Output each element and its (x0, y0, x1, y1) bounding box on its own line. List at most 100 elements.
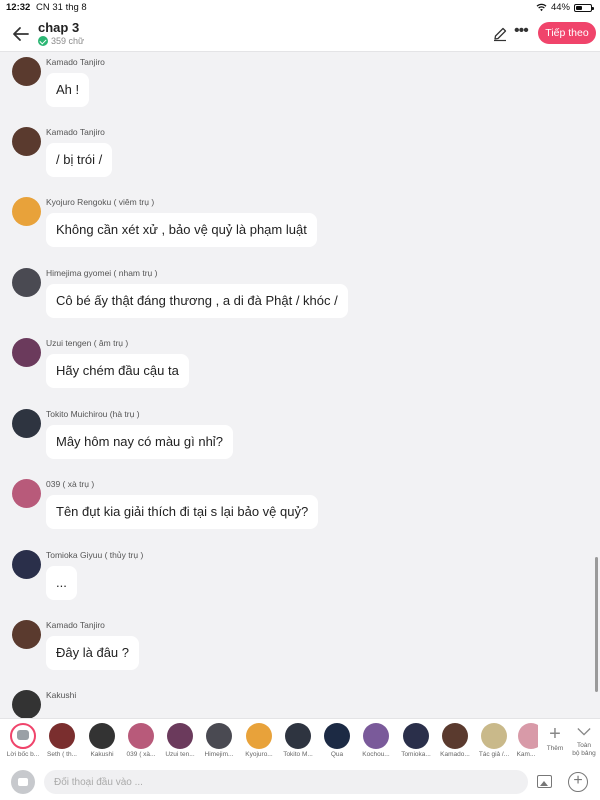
speaker-name: Kakushi (46, 690, 77, 700)
character-label: Kyojuro... (245, 751, 273, 758)
avatar (12, 197, 41, 226)
character-item[interactable]: Kyojuro... (240, 723, 278, 765)
avatar (12, 620, 41, 649)
character-label: Kamado... (440, 751, 470, 758)
avatar (246, 723, 272, 749)
battery-icon (574, 3, 594, 12)
character-item[interactable]: Tomioka... (397, 723, 435, 765)
speaker-name: Uzui tengen ( âm trụ ) (46, 338, 129, 348)
check-icon (38, 36, 48, 46)
speaker-name: Kamado Tanjiro (46, 127, 105, 137)
chapter-title: chap 3 (38, 20, 80, 35)
show-all-label-2: bộ bảng (572, 750, 596, 757)
avatar (12, 338, 41, 367)
avatar (12, 57, 41, 86)
avatar (10, 723, 36, 749)
character-item[interactable]: Kakushi (83, 723, 121, 765)
avatar (403, 723, 429, 749)
character-label: Kochou... (362, 751, 390, 758)
word-count: 359 chữ (38, 36, 84, 46)
show-all-label-1: Toàn (576, 742, 592, 749)
speaker-name: Kyojuro Rengoku ( viêm trụ ) (46, 197, 155, 207)
character-narrator[interactable]: Lời bốc b... (4, 723, 42, 765)
back-arrow-icon[interactable] (10, 23, 32, 45)
add-character-button[interactable]: + Thêm (538, 723, 572, 765)
avatar (167, 723, 193, 749)
speaker-name: Kamado Tanjiro (46, 57, 105, 67)
avatar (518, 723, 538, 749)
keyboard-icon[interactable] (11, 770, 35, 794)
avatar (128, 723, 154, 749)
speaker-name: Tokito Muichirou (hà trụ ) (46, 409, 140, 419)
add-icon[interactable]: + (568, 772, 588, 792)
character-label: Uzui ten... (165, 751, 195, 758)
speaker-name: Tomioka Giyuu ( thủy trụ ) (46, 550, 144, 560)
avatar (12, 690, 41, 718)
status-time: 12:32 (6, 2, 31, 13)
avatar (285, 723, 311, 749)
character-item[interactable]: Seth ( th... (43, 723, 81, 765)
message-bubble[interactable]: Cô bé ấy thật đáng thương , a di đà Phật… (46, 284, 348, 318)
character-label: Kakushi (90, 751, 114, 758)
message-bubble[interactable]: Tên đụt kia giải thích đi tại s lại bảo … (46, 495, 319, 529)
character-item[interactable]: Tokito M... (279, 723, 317, 765)
wifi-icon (536, 3, 547, 12)
avatar (49, 723, 75, 749)
avatar (442, 723, 468, 749)
add-character-label: Thêm (546, 745, 564, 752)
character-label: Tokito M... (283, 751, 313, 758)
character-label: Kam... (516, 751, 536, 758)
chevron-down-icon (577, 728, 591, 736)
character-label: Seth ( th... (47, 751, 77, 758)
more-options-icon[interactable]: ••• (514, 23, 532, 42)
dialogue-list[interactable]: Kamado Tanjiro Ah ! Kamado Tanjiro / bị … (0, 52, 600, 718)
message-bubble[interactable]: Đây là đâu ? (46, 636, 139, 670)
character-label: Tomioka... (401, 751, 431, 758)
avatar (12, 479, 41, 508)
message-bubble[interactable]: Hãy chém đầu cậu ta (46, 354, 189, 388)
status-right: 44% (536, 2, 594, 13)
pencil-icon[interactable] (492, 26, 508, 42)
avatar (89, 723, 115, 749)
next-chapter-button[interactable]: Tiếp theo (538, 22, 596, 44)
character-label: 039 ( xà... (126, 751, 156, 758)
show-all-button[interactable]: Toàn bộ bảng (568, 723, 600, 765)
avatar (363, 723, 389, 749)
character-item[interactable]: Kamado... (436, 723, 474, 765)
character-item[interactable]: Kochou... (357, 723, 395, 765)
avatar (481, 723, 507, 749)
avatar (12, 268, 41, 297)
chapter-header: chap 3 359 chữ ••• Tiếp theo (0, 16, 600, 52)
avatar (12, 550, 41, 579)
message-bubble[interactable]: Không cần xét xử , bảo vệ quỷ là phạm lu… (46, 213, 317, 247)
plus-icon: + (549, 723, 561, 745)
speaker-name: Kamado Tanjiro (46, 620, 105, 630)
avatar (206, 723, 232, 749)
character-item[interactable]: Uzui ten... (161, 723, 199, 765)
battery-percent: 44% (550, 2, 570, 13)
avatar (324, 723, 350, 749)
message-bubble[interactable]: / bị trói / (46, 143, 113, 177)
speaker-name: 039 ( xà trụ ) (46, 479, 95, 489)
word-count-text: 359 chữ (51, 36, 85, 46)
avatar (12, 127, 41, 156)
character-item[interactable]: Kam... (514, 723, 538, 765)
status-bar: 12:32 CN 31 thg 8 44% (0, 0, 600, 16)
character-item[interactable]: Qua (318, 723, 356, 765)
message-bubble[interactable]: ... (46, 566, 77, 600)
character-label: Lời bốc b... (6, 751, 40, 758)
composer-bar: + (0, 764, 600, 800)
speaker-name: Himejima gyomei ( nham trụ ) (46, 268, 158, 278)
character-label: Qua (330, 751, 344, 758)
character-item[interactable]: Tác giả /... (475, 723, 513, 765)
image-icon[interactable] (537, 775, 552, 788)
avatar (12, 409, 41, 438)
character-strip: Lời bốc b... Seth ( th... Kakushi 039 ( … (0, 718, 600, 764)
message-bubble[interactable]: Ah ! (46, 73, 90, 107)
dialogue-input[interactable] (44, 770, 528, 794)
character-item[interactable]: Himejim... (200, 723, 238, 765)
message-bubble[interactable]: Mây hôm nay có màu gì nhỉ? (46, 425, 233, 459)
character-item[interactable]: 039 ( xà... (122, 723, 160, 765)
character-label: Himejim... (204, 751, 234, 758)
scrollbar[interactable] (595, 557, 598, 692)
